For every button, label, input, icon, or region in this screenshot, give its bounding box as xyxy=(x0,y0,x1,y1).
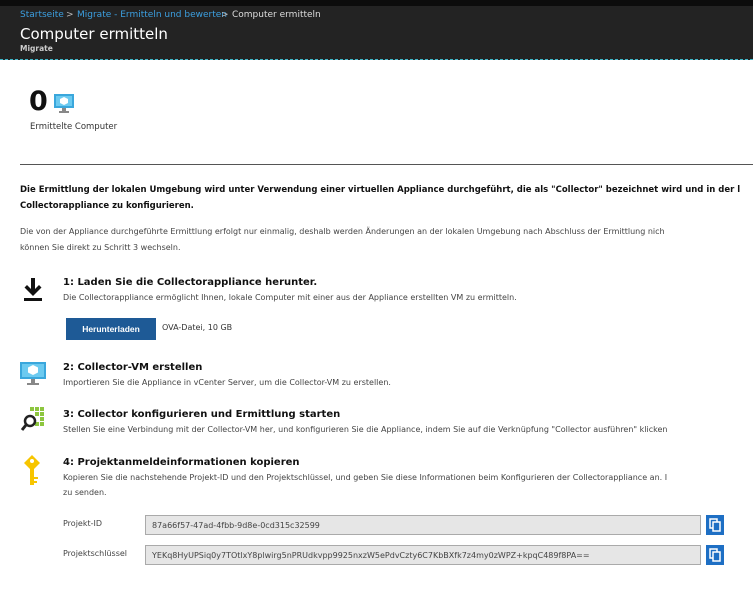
count-label: Ermittelte Computer xyxy=(30,122,118,132)
breadcrumb-separator: > xyxy=(221,10,229,20)
step-4-desc: zu senden. xyxy=(63,488,107,497)
monitor-icon xyxy=(20,362,46,385)
copy-icon xyxy=(709,548,721,562)
copy-project-id-button[interactable] xyxy=(706,515,724,535)
computer-count: 0 xyxy=(29,86,48,117)
divider xyxy=(20,164,753,165)
intro-bold: Die Ermittlung der lokalen Umgebung wird… xyxy=(20,185,741,195)
breadcrumb-current: Computer ermitteln xyxy=(232,10,321,20)
project-key-label: Projektschlüssel xyxy=(63,549,128,558)
search-grid-icon xyxy=(20,407,44,431)
page-title: Computer ermitteln xyxy=(20,25,168,43)
intro-bold: Collectorappliance zu konfigurieren. xyxy=(20,201,194,211)
step-3-title: 3: Collector konfigurieren und Ermittlun… xyxy=(63,409,341,420)
step-4-desc: Kopieren Sie die nachstehende Projekt-ID… xyxy=(63,473,668,482)
header-divider xyxy=(0,59,753,60)
step-1-title: 1: Laden Sie die Collectorappliance heru… xyxy=(63,277,318,288)
project-id-label: Projekt-ID xyxy=(63,519,103,528)
project-key-field[interactable]: YEKq8HyUPSiq0y7TOtlxY8plwirg5nPRUdkvpp99… xyxy=(145,545,701,565)
breadcrumb-separator: > xyxy=(66,10,74,20)
download-button[interactable]: Herunterladen xyxy=(66,318,156,340)
project-id-field[interactable]: 87a66f57-47ad-4fbb-9d8e-0cd315c32599 xyxy=(145,515,701,535)
download-icon xyxy=(24,278,42,301)
key-icon xyxy=(24,455,40,485)
step-2-title: 2: Collector-VM erstellen xyxy=(63,362,203,373)
intro-text: können Sie direkt zu Schritt 3 wechseln. xyxy=(20,243,181,252)
copy-project-key-button[interactable] xyxy=(706,545,724,565)
step-4-title: 4: Projektanmeldeinformationen kopieren xyxy=(63,457,300,468)
page-subtitle: Migrate xyxy=(20,44,53,53)
intro-text: Die von der Appliance durchgeführte Ermi… xyxy=(20,227,665,236)
download-info: OVA-Datei, 10 GB xyxy=(162,323,233,332)
breadcrumb-home[interactable]: Startseite xyxy=(20,10,64,20)
copy-icon xyxy=(709,518,721,532)
breadcrumb-parent[interactable]: Migrate - Ermitteln und bewerten xyxy=(77,10,227,20)
monitor-icon xyxy=(54,94,74,113)
step-3-desc: Stellen Sie eine Verbindung mit der Coll… xyxy=(63,425,668,434)
step-2-desc: Importieren Sie die Appliance in vCenter… xyxy=(63,378,391,387)
step-1-desc: Die Collectorappliance ermöglicht Ihnen,… xyxy=(63,293,517,302)
